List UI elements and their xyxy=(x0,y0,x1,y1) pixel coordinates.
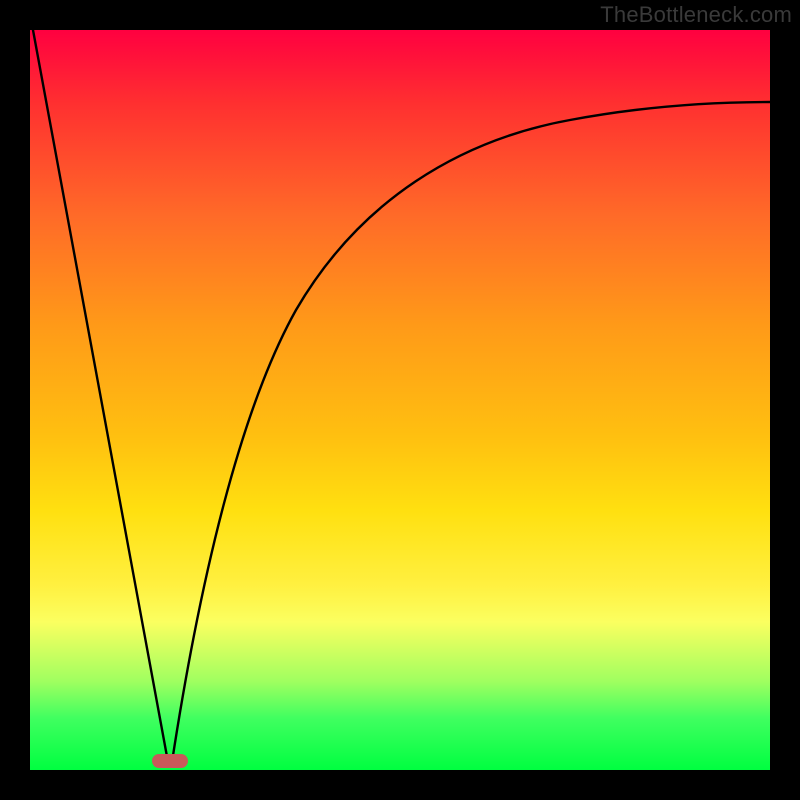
curve-right-branch xyxy=(172,102,770,762)
chart-plot-area xyxy=(30,30,770,770)
bottleneck-curve xyxy=(30,30,770,770)
bottleneck-marker xyxy=(152,754,188,768)
chart-frame: TheBottleneck.com xyxy=(0,0,800,800)
curve-left-branch xyxy=(33,30,168,762)
watermark-label: TheBottleneck.com xyxy=(600,2,792,28)
